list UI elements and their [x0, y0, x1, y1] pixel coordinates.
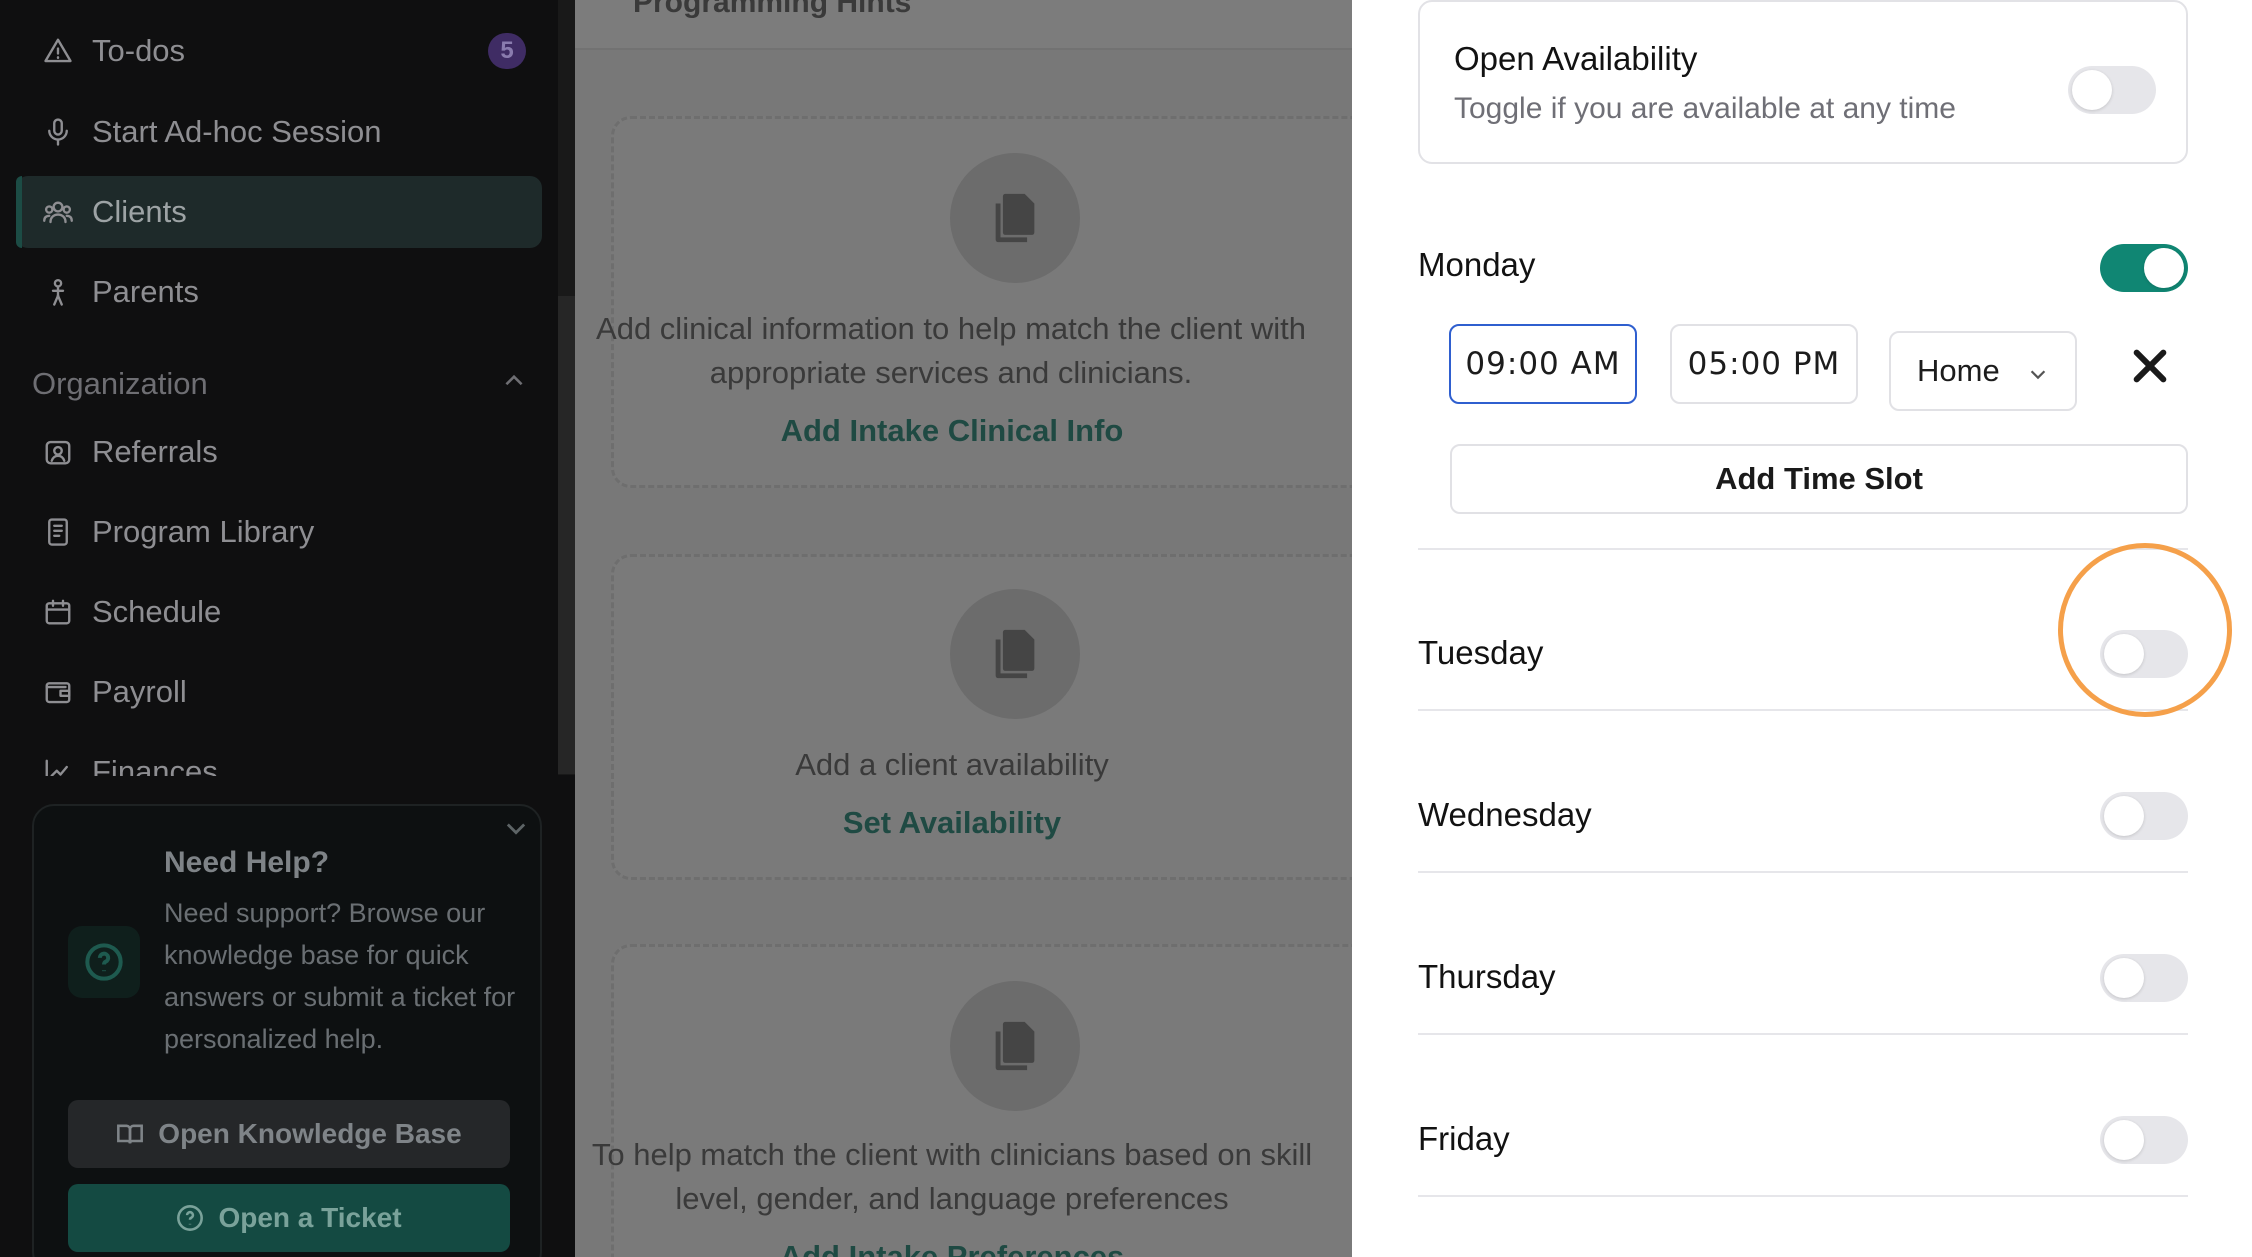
- sidebar-item-label: Payroll: [92, 674, 187, 709]
- main-header: Programming Hints: [575, 0, 1352, 50]
- open-availability-subtitle: Toggle if you are available at any time: [1454, 92, 1956, 125]
- open-availability-toggle[interactable]: [2068, 66, 2156, 114]
- add-time-slot-button[interactable]: Add Time Slot: [1450, 444, 2188, 514]
- open-knowledge-base-button[interactable]: Open Knowledge Base: [68, 1100, 510, 1168]
- chevron-up-icon: [501, 366, 527, 402]
- chart-icon: [42, 756, 74, 776]
- end-time-input[interactable]: 05:00 PM: [1670, 324, 1858, 404]
- sidebar-item-program-library[interactable]: Program Library: [16, 496, 542, 568]
- chevron-down-icon: [2030, 370, 2046, 380]
- calendar-icon: [42, 596, 74, 628]
- day-label-friday: Friday: [1418, 1120, 1510, 1157]
- documents-icon: [950, 153, 1080, 283]
- sidebar-item-clients[interactable]: Clients: [16, 176, 542, 248]
- day-label-tuesday: Tuesday: [1418, 634, 1544, 671]
- question-circle-icon: [177, 1205, 204, 1231]
- remove-slot-button[interactable]: [2130, 346, 2170, 386]
- sidebar-item-label: Parents: [92, 274, 199, 309]
- sidebar-item-label: To-dos: [92, 33, 186, 68]
- sidebar-item-label: Referrals: [92, 434, 218, 469]
- day-label-wednesday: Wednesday: [1418, 796, 1592, 833]
- sidebar-item-todos[interactable]: To-dos 5: [16, 15, 542, 87]
- start-time-input[interactable]: 09:00 AM: [1449, 324, 1637, 404]
- sidebar-item-schedule[interactable]: Schedule: [16, 576, 542, 648]
- help-card: Need Help? Need support? Browse our know…: [32, 804, 542, 1257]
- thursday-toggle[interactable]: [2100, 954, 2188, 1002]
- help-icon-box: [68, 926, 140, 998]
- sidebar-item-label: Schedule: [92, 594, 222, 629]
- person-icon: [42, 276, 74, 308]
- toggle-knob: [2104, 1120, 2144, 1160]
- button-label: Open Knowledge Base: [158, 1118, 462, 1149]
- sidebar-item-referrals[interactable]: Referrals: [16, 416, 542, 488]
- wallet-icon: [42, 676, 74, 708]
- tuesday-toggle[interactable]: [2100, 630, 2188, 678]
- referral-icon: [42, 436, 74, 468]
- divider: [1418, 871, 2188, 873]
- users-icon: [42, 196, 74, 228]
- hint-text: Add clinical information to help match t…: [596, 311, 1306, 390]
- toggle-knob: [2072, 70, 2112, 110]
- divider: [1418, 1195, 2188, 1197]
- sidebar-item-label: Program Library: [92, 514, 315, 549]
- add-intake-preferences-link[interactable]: Add Intake Preferences: [575, 1239, 1352, 1257]
- hint-card-clinical-info: Add clinical information to help match t…: [596, 116, 1352, 488]
- sidebar-nav: To-dos 5 Start Ad-hoc Session Clients Pa…: [0, 0, 558, 776]
- day-label-monday: Monday: [1418, 246, 1536, 283]
- documents-icon: [950, 589, 1080, 719]
- toggle-knob: [2104, 958, 2144, 998]
- sidebar-item-finances[interactable]: Finances: [16, 736, 542, 776]
- organization-section-header[interactable]: Organization: [32, 362, 527, 406]
- sidebar-scrollbar-thumb[interactable]: [558, 296, 575, 774]
- open-book-icon: [117, 1124, 144, 1144]
- open-ticket-button[interactable]: Open a Ticket: [68, 1184, 510, 1252]
- toggle-knob: [2144, 248, 2184, 288]
- close-icon: [2133, 349, 2167, 383]
- friday-toggle[interactable]: [2100, 1116, 2188, 1164]
- location-select[interactable]: Home: [1889, 331, 2077, 411]
- sidebar-item-label: Finances: [92, 754, 218, 776]
- help-description: Need support? Browse our knowledge base …: [164, 898, 516, 1054]
- day-label-thursday: Thursday: [1418, 958, 1556, 995]
- book-icon: [42, 516, 74, 548]
- availability-panel: Open Availability Toggle if you are avai…: [1352, 0, 2252, 1257]
- location-value: Home: [1917, 353, 2000, 388]
- chevron-down-icon[interactable]: [502, 814, 530, 842]
- set-availability-link[interactable]: Set Availability: [575, 805, 1352, 841]
- toggle-knob: [2104, 796, 2144, 836]
- section-title: Organization: [32, 366, 208, 401]
- todo-count-badge: 5: [488, 33, 526, 69]
- wednesday-toggle[interactable]: [2100, 792, 2188, 840]
- documents-icon: [950, 981, 1080, 1111]
- microphone-icon: [42, 116, 74, 148]
- divider: [1418, 548, 2188, 550]
- sidebar-item-start-adhoc-session[interactable]: Start Ad-hoc Session: [16, 96, 542, 168]
- sidebar-item-payroll[interactable]: Payroll: [16, 656, 542, 728]
- toggle-knob: [2104, 634, 2144, 674]
- sidebar-item-label: Start Ad-hoc Session: [92, 114, 382, 149]
- hint-card-availability: Add a client availability Set Availabili…: [611, 554, 1352, 880]
- open-availability-title: Open Availability: [1454, 40, 1698, 77]
- hint-text: To help match the client with clinicians…: [591, 1137, 1313, 1216]
- sidebar-item-label: Clients: [92, 194, 187, 229]
- button-label: Open a Ticket: [218, 1202, 402, 1233]
- hint-card-preferences: To help match the client with clinicians…: [592, 944, 1352, 1257]
- hint-text: Add a client availability: [795, 747, 1109, 782]
- open-availability-card: Open Availability Toggle if you are avai…: [1418, 0, 2188, 164]
- page-title: Programming Hints: [633, 0, 912, 19]
- add-intake-clinical-info-link[interactable]: Add Intake Clinical Info: [575, 413, 1352, 449]
- sidebar-item-parents[interactable]: Parents: [16, 256, 542, 328]
- sidebar: To-dos 5 Start Ad-hoc Session Clients Pa…: [0, 0, 575, 1257]
- warning-triangle-icon: [42, 35, 74, 67]
- monday-toggle[interactable]: [2100, 244, 2188, 292]
- help-title: Need Help?: [164, 846, 330, 879]
- divider: [1418, 1033, 2188, 1035]
- question-circle-icon: [85, 943, 123, 981]
- divider: [1418, 709, 2188, 711]
- main-content-overlay[interactable]: Programming Hints Add clinical informati…: [575, 0, 1352, 1257]
